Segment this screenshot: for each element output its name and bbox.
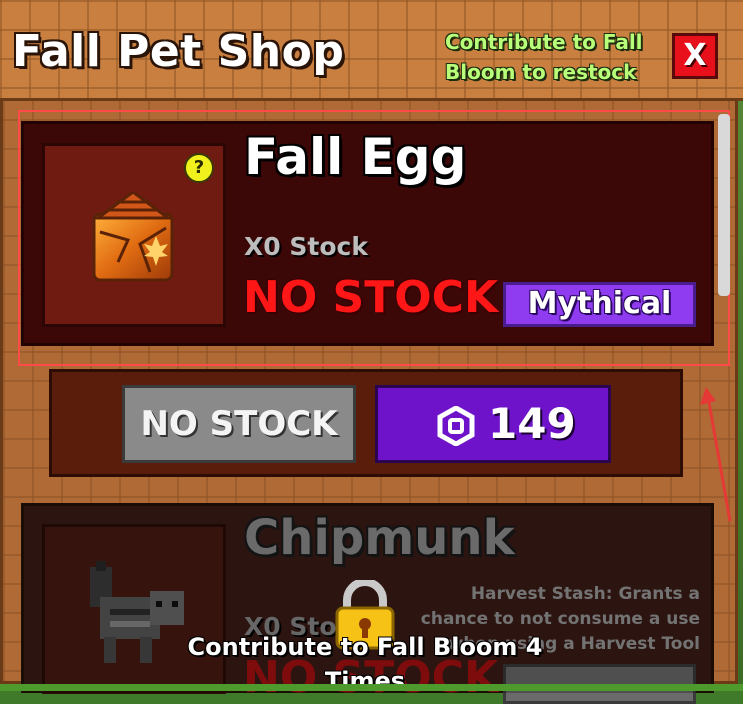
- price-value: 149: [488, 399, 576, 448]
- selection-highlight: [18, 110, 730, 366]
- restock-note: Contribute to Fall Bloom to restock: [445, 30, 643, 84]
- robux-icon: [437, 406, 475, 446]
- scrollbar-thumb[interactable]: [718, 114, 730, 296]
- annotation-arrow-icon: [700, 387, 732, 522]
- close-button[interactable]: X: [672, 33, 718, 79]
- ground-strip: [0, 684, 743, 691]
- buy-with-sheckles-button[interactable]: NO STOCK: [122, 385, 356, 463]
- buy-with-robux-button[interactable]: 149: [375, 385, 611, 463]
- shop-title: Fall Pet Shop: [12, 26, 345, 77]
